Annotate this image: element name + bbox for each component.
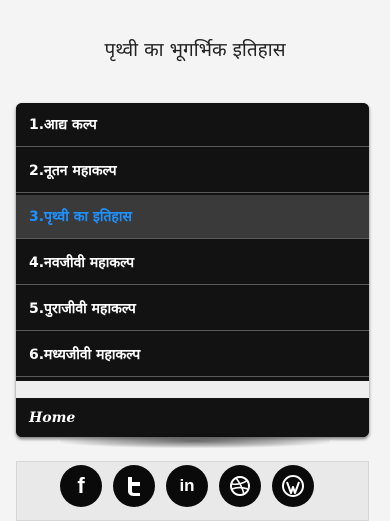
twitter-glyph	[128, 477, 140, 496]
menu-item-5[interactable]: 5.पुराजीवी महाकल्प	[16, 287, 369, 331]
home-link[interactable]: Home	[16, 398, 369, 437]
nav-menu: 1.आद्य कल्प 2.नूतन महाकल्प 3.पृथ्वी का इ…	[16, 103, 369, 437]
dribbble-glyph	[230, 476, 250, 496]
linkedin-icon[interactable]: in	[166, 465, 208, 507]
dribbble-icon[interactable]	[219, 465, 261, 507]
menu-shadow	[60, 434, 330, 448]
wordpress-glyph	[282, 475, 304, 497]
menu-divider	[16, 381, 369, 398]
facebook-icon[interactable]: f	[60, 465, 102, 507]
facebook-glyph: f	[77, 473, 85, 498]
page-title: पृथ्वी का भूगर्भिक इतिहास	[104, 39, 286, 61]
menu-item-1[interactable]: 1.आद्य कल्प	[16, 103, 369, 147]
menu-item-4[interactable]: 4.नवजीवी महाकल्प	[16, 241, 369, 285]
menu-item-6[interactable]: 6.मध्यजीवी महाकल्प	[16, 333, 369, 377]
linkedin-glyph: in	[179, 476, 195, 495]
twitter-icon[interactable]	[113, 465, 155, 507]
menu-item-3-active[interactable]: 3.पृथ्वी का इतिहास	[16, 195, 369, 239]
wordpress-icon[interactable]	[272, 465, 314, 507]
menu-item-2[interactable]: 2.नूतन महाकल्प	[16, 149, 369, 193]
